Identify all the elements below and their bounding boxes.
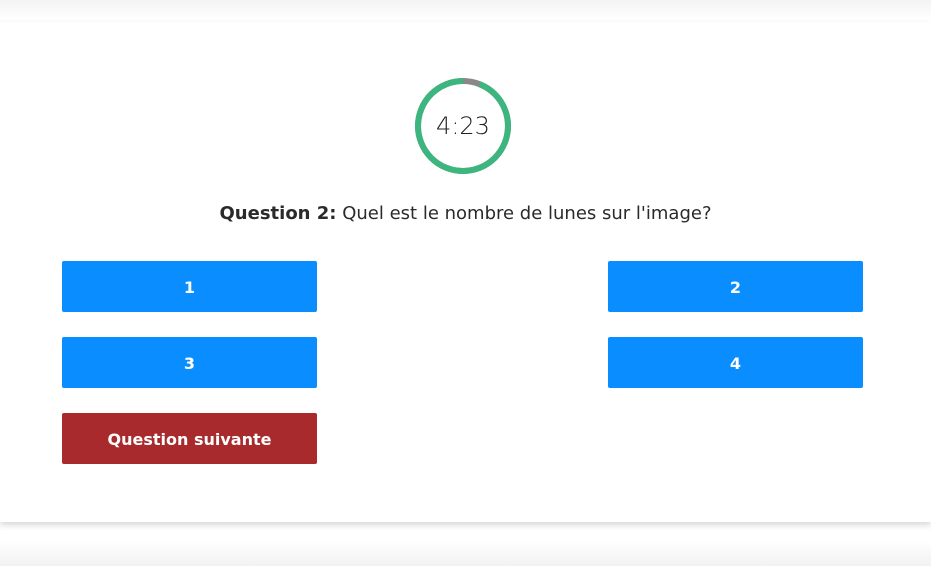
answer-button-2[interactable]: 2 <box>608 261 863 312</box>
answer-button-4[interactable]: 4 <box>608 337 863 388</box>
question-prompt: Question 2: Quel est le nombre de lunes … <box>0 203 931 224</box>
answer-button-3[interactable]: 3 <box>62 337 317 388</box>
question-number: Question 2: <box>219 203 337 224</box>
next-question-button[interactable]: Question suivante <box>62 413 317 464</box>
answer-button-1[interactable]: 1 <box>62 261 317 312</box>
countdown-timer: 4:23 <box>413 76 513 176</box>
page: 4:23 Question 2: Quel est le nombre de l… <box>0 0 931 566</box>
timer-text: 4:23 <box>436 112 490 140</box>
question-text: Quel est le nombre de lunes sur l'image? <box>342 203 712 224</box>
